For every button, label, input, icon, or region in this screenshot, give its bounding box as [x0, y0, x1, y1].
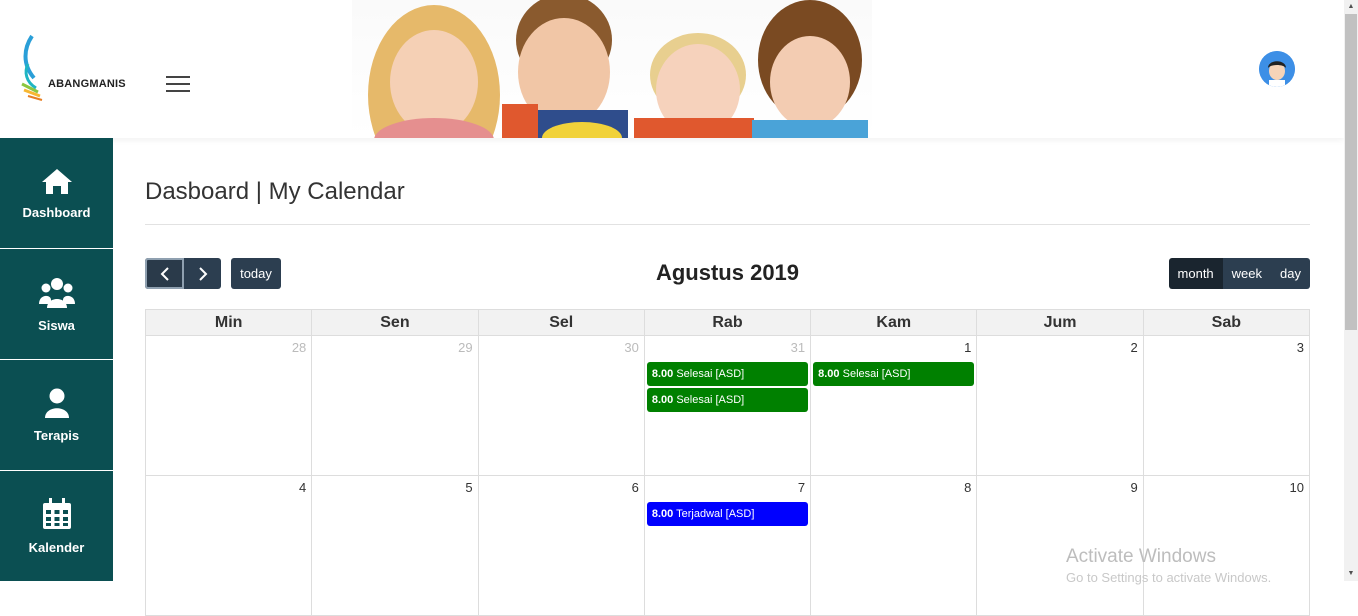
calendar-event[interactable]: 8.00 Selesai [ASD] — [813, 362, 975, 386]
menu-toggle-button[interactable] — [166, 76, 190, 92]
day-events: 8.00 Selesai [ASD] 8.00 Selesai [ASD] — [646, 362, 809, 414]
calendar-day-cell[interactable]: 7 8.00 Terjadwal [ASD] — [644, 476, 812, 616]
scroll-up-arrow-icon[interactable]: ▲ — [1344, 0, 1358, 14]
event-time: 8.00 — [651, 394, 674, 406]
user-avatar[interactable] — [1259, 51, 1295, 87]
sidebar-item-dashboard[interactable]: Dashboard — [0, 138, 113, 249]
day-number: 9 — [1130, 480, 1138, 495]
day-number: 10 — [1289, 480, 1304, 495]
calendar-event[interactable]: 8.00 Terjadwal [ASD] — [646, 502, 809, 526]
weekday-header: Sel — [478, 310, 645, 336]
calendar-week-row: 28 29 30 31 8.00 Selesai [ASD] 8.00 Selesai [… — [146, 336, 1310, 476]
page-title: Dasboard | My Calendar — [145, 178, 405, 205]
day-events: 8.00 Selesai [ASD] — [813, 362, 975, 388]
calendar-day-cell[interactable]: 4 — [146, 476, 313, 616]
event-title: Selesai [ASD] — [676, 394, 745, 406]
hamburger-line — [166, 76, 190, 78]
weekday-header: Kam — [811, 310, 978, 336]
event-time: 8.00 — [651, 368, 674, 380]
sidebar-item-siswa[interactable]: Siswa — [0, 249, 113, 360]
sidebar-item-terapis[interactable]: Terapis — [0, 360, 113, 471]
header-banner-image — [352, 0, 872, 138]
day-number: 2 — [1130, 340, 1138, 355]
weekday-header: Sab — [1143, 310, 1310, 336]
view-week-button[interactable]: week — [1222, 258, 1272, 289]
sidebar: Dashboard Siswa Terapis Kalender — [0, 138, 113, 582]
calendar-day-cell[interactable]: 6 — [478, 476, 645, 616]
day-number: 1 — [964, 340, 972, 355]
calendar-day-cell[interactable]: 31 8.00 Selesai [ASD] 8.00 Selesai [ASD] — [644, 336, 812, 476]
sidebar-item-label: Kalender — [28, 539, 85, 555]
children-banner-illustration — [368, 0, 868, 138]
day-events: 8.00 Terjadwal [ASD] — [646, 502, 809, 528]
day-number: 30 — [624, 340, 639, 355]
event-title: Selesai [ASD] — [842, 368, 911, 380]
day-number: 28 — [291, 340, 307, 355]
day-number: 31 — [790, 340, 806, 355]
weekday-header: Sen — [312, 310, 479, 336]
page-scrollbar[interactable]: ▲ ▼ — [1344, 0, 1358, 581]
title-divider — [145, 224, 1310, 225]
event-title: Terjadwal [ASD] — [676, 508, 755, 520]
sidebar-item-label: Terapis — [33, 427, 80, 443]
weekday-header: Rab — [644, 310, 812, 336]
calendar-day-cell[interactable]: 8 — [811, 476, 978, 616]
day-number: 8 — [964, 480, 972, 495]
logo-text: ABANGMANIS — [48, 78, 126, 90]
day-number: 3 — [1296, 340, 1304, 355]
calendar-day-cell[interactable]: 30 — [478, 336, 645, 476]
event-title: Selesai [ASD] — [676, 368, 745, 380]
hamburger-line — [166, 83, 190, 85]
calendar-day-cell[interactable]: 1 8.00 Selesai [ASD] — [811, 336, 978, 476]
calendar-day-cell[interactable]: 5 — [312, 476, 479, 616]
calendar-day-cell[interactable]: 2 — [977, 336, 1144, 476]
users-icon — [38, 277, 75, 308]
day-number: 5 — [465, 480, 473, 495]
calendar-day-cell[interactable]: 29 — [312, 336, 479, 476]
day-number: 7 — [797, 480, 806, 495]
home-icon — [41, 168, 72, 194]
sidebar-item-label: Dashboard — [22, 204, 91, 220]
activation-watermark-subtext: Go to Settings to activate Windows. — [1066, 570, 1272, 585]
view-day-button[interactable]: day — [1271, 258, 1310, 289]
activation-watermark: Activate Windows — [1066, 546, 1216, 567]
event-time: 8.00 — [818, 368, 840, 380]
day-number: 29 — [458, 340, 473, 355]
calendar-day-cell[interactable]: 3 — [1143, 336, 1310, 476]
top-navbar: ABANGMANIS — [0, 0, 1344, 138]
event-time: 8.00 — [651, 508, 674, 520]
user-icon — [44, 388, 69, 418]
day-number: 6 — [631, 480, 639, 495]
app-logo[interactable]: ABANGMANIS — [18, 34, 138, 106]
calendar-event[interactable]: 8.00 Selesai [ASD] — [646, 388, 809, 412]
scroll-down-arrow-icon[interactable]: ▼ — [1344, 567, 1358, 581]
view-month-button[interactable]: month — [1168, 258, 1223, 289]
scrollbar-thumb[interactable] — [1345, 14, 1357, 330]
calendar-icon — [42, 497, 71, 529]
day-number: 4 — [299, 480, 307, 495]
hamburger-line — [166, 90, 190, 92]
weekday-header: Jum — [977, 310, 1144, 336]
weekday-header: Min — [146, 310, 313, 336]
sidebar-item-kalender[interactable]: Kalender — [0, 471, 113, 582]
calendar-title: Agustus 2019 — [655, 260, 800, 285]
calendar-event[interactable]: 8.00 Selesai [ASD] — [646, 362, 809, 386]
logo-leaf-icon — [21, 34, 43, 101]
view-switcher: month week day — [1168, 258, 1310, 289]
sidebar-item-label: Siswa — [38, 317, 75, 333]
weekday-header-row: Min Sen Sel Rab Kam Jum Sab — [146, 310, 1310, 336]
user-avatar-icon — [1259, 51, 1295, 87]
calendar-day-cell[interactable]: 28 — [146, 336, 313, 476]
